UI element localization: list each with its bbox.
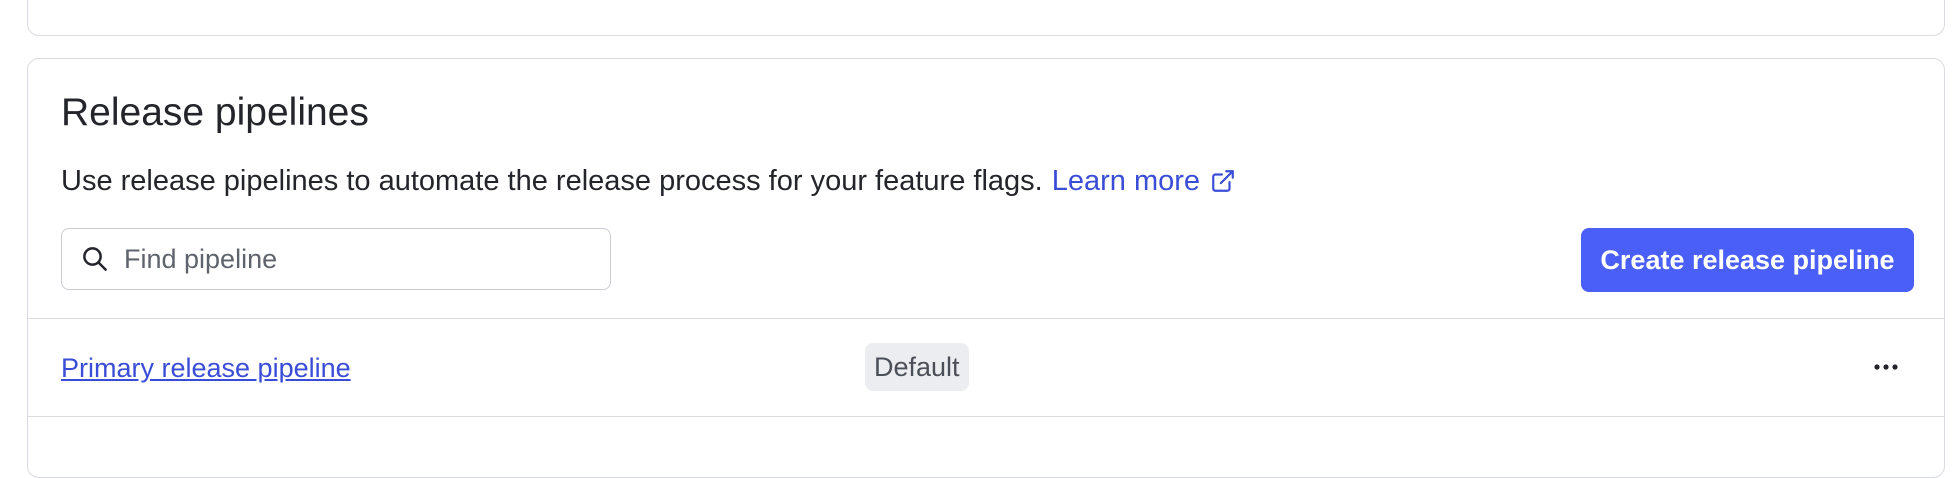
- create-release-pipeline-button[interactable]: Create release pipeline: [1581, 228, 1914, 292]
- search-icon: [83, 247, 107, 271]
- divider: [28, 416, 1944, 417]
- learn-more-link[interactable]: Learn more: [1052, 163, 1236, 199]
- pipeline-actions-button[interactable]: [1866, 347, 1906, 387]
- external-link-icon: [1212, 170, 1234, 192]
- release-pipelines-card: Release pipelines Use release pipelines …: [27, 58, 1945, 478]
- section-title: Release pipelines: [61, 91, 369, 134]
- section-description: Use release pipelines to automate the re…: [61, 163, 1236, 199]
- learn-more-label: Learn more: [1051, 165, 1201, 197]
- previous-section-card: [27, 0, 1945, 36]
- search-input[interactable]: [124, 243, 564, 275]
- description-text: Use release pipelines to automate the re…: [61, 165, 1043, 197]
- pipeline-row: Primary release pipeline Default: [28, 319, 1944, 416]
- more-horizontal-icon: [1874, 364, 1898, 370]
- pipeline-name-link[interactable]: Primary release pipeline: [61, 351, 351, 385]
- search-field[interactable]: [61, 228, 611, 290]
- default-badge: Default: [865, 343, 969, 391]
